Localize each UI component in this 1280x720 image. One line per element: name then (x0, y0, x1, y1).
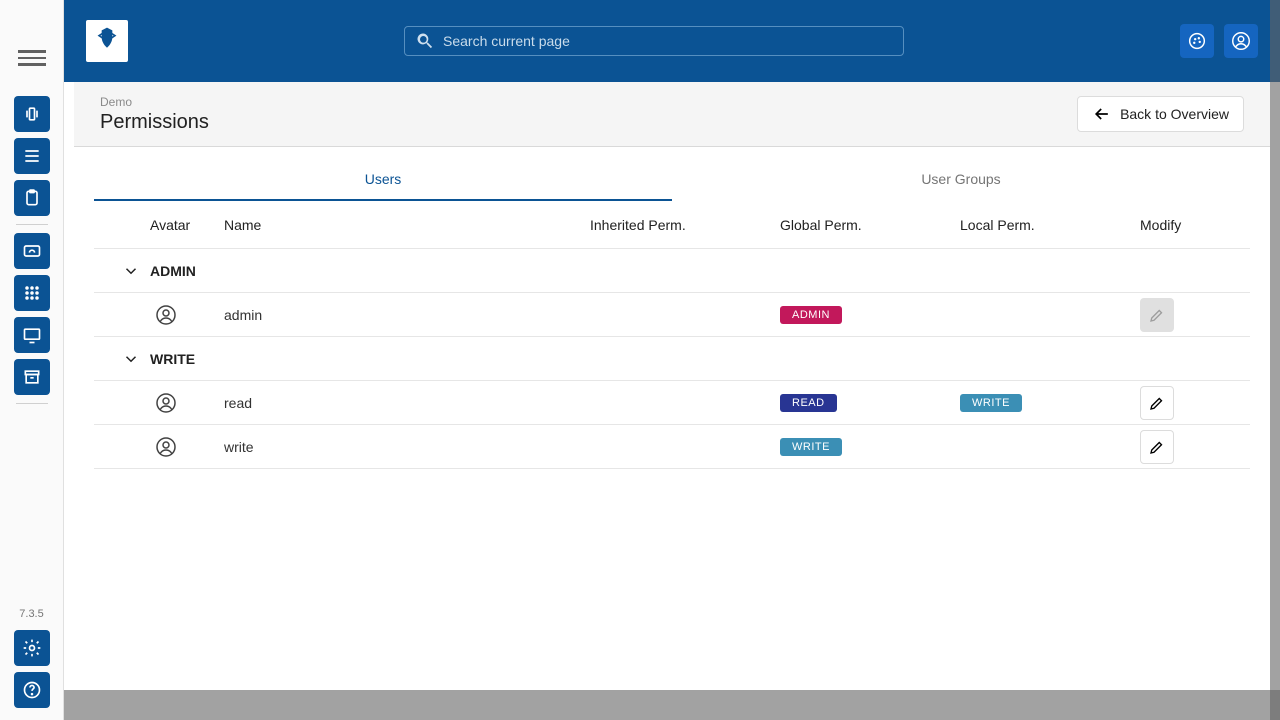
left-rail: 7.3.5 (0, 0, 64, 720)
user-name: read (224, 395, 590, 411)
table-header: Avatar Name Inherited Perm. Global Perm.… (94, 201, 1250, 249)
col-inherited: Inherited Perm. (590, 217, 780, 233)
version-label: 7.3.5 (19, 608, 43, 620)
global-perm: ADMIN (780, 305, 960, 324)
rail-help-icon[interactable] (14, 672, 50, 708)
perm-badge-read: READ (780, 394, 837, 412)
breadcrumb: Demo (100, 95, 209, 109)
modify-button (1140, 298, 1174, 332)
modify-button[interactable] (1140, 386, 1174, 420)
local-perm: WRITE (960, 393, 1140, 412)
rail-cloud-icon[interactable] (14, 233, 50, 269)
topbar (64, 0, 1280, 82)
chevron-down-icon (122, 350, 140, 368)
pencil-icon (1148, 438, 1166, 456)
back-to-overview-button[interactable]: Back to Overview (1077, 96, 1244, 132)
arrow-left-icon (1092, 104, 1112, 124)
search-icon (415, 31, 435, 51)
col-local: Local Perm. (960, 217, 1140, 233)
col-avatar: Avatar (94, 217, 224, 233)
pencil-icon (1148, 306, 1166, 324)
rail-monitor-icon[interactable] (14, 317, 50, 353)
group-label: WRITE (150, 351, 195, 367)
back-label: Back to Overview (1120, 106, 1229, 122)
group-admin[interactable]: ADMIN (94, 249, 1250, 293)
col-name: Name (224, 217, 590, 233)
global-perm: WRITE (780, 437, 960, 456)
table-row: read READ WRITE (94, 381, 1250, 425)
rail-clipboard-icon[interactable] (14, 180, 50, 216)
avatar (94, 391, 224, 415)
user-circle-icon (154, 435, 178, 459)
theme-icon[interactable] (1180, 24, 1214, 58)
rail-apps-icon[interactable] (14, 275, 50, 311)
rail-inventory-icon[interactable] (14, 96, 50, 132)
group-write[interactable]: WRITE (94, 337, 1250, 381)
rail-list-icon[interactable] (14, 138, 50, 174)
tabs: Users User Groups (94, 159, 1250, 201)
table-row: admin ADMIN (94, 293, 1250, 337)
avatar (94, 303, 224, 327)
tab-users[interactable]: Users (94, 159, 672, 201)
col-global: Global Perm. (780, 217, 960, 233)
rail-settings-icon[interactable] (14, 630, 50, 666)
perm-badge-write: WRITE (960, 394, 1022, 412)
user-name: admin (224, 307, 590, 323)
col-modify: Modify (1140, 217, 1250, 233)
chevron-down-icon (122, 262, 140, 280)
user-circle-icon (154, 303, 178, 327)
tab-user-groups[interactable]: User Groups (672, 159, 1250, 201)
menu-icon[interactable] (18, 44, 46, 72)
user-circle-icon (154, 391, 178, 415)
page-header: Demo Permissions Back to Overview (74, 82, 1270, 147)
search-box[interactable] (404, 26, 904, 56)
user-name: write (224, 439, 590, 455)
account-icon[interactable] (1224, 24, 1258, 58)
rail-archive-icon[interactable] (14, 359, 50, 395)
pencil-icon (1148, 394, 1166, 412)
search-input[interactable] (443, 33, 893, 49)
table-row: write WRITE (94, 425, 1250, 469)
group-label: ADMIN (150, 263, 196, 279)
avatar (94, 435, 224, 459)
perm-badge-admin: ADMIN (780, 306, 842, 324)
permissions-table: Avatar Name Inherited Perm. Global Perm.… (94, 201, 1250, 469)
modify-button[interactable] (1140, 430, 1174, 464)
page-title: Permissions (100, 111, 209, 134)
global-perm: READ (780, 393, 960, 412)
perm-badge-write: WRITE (780, 438, 842, 456)
app-logo (86, 20, 128, 62)
